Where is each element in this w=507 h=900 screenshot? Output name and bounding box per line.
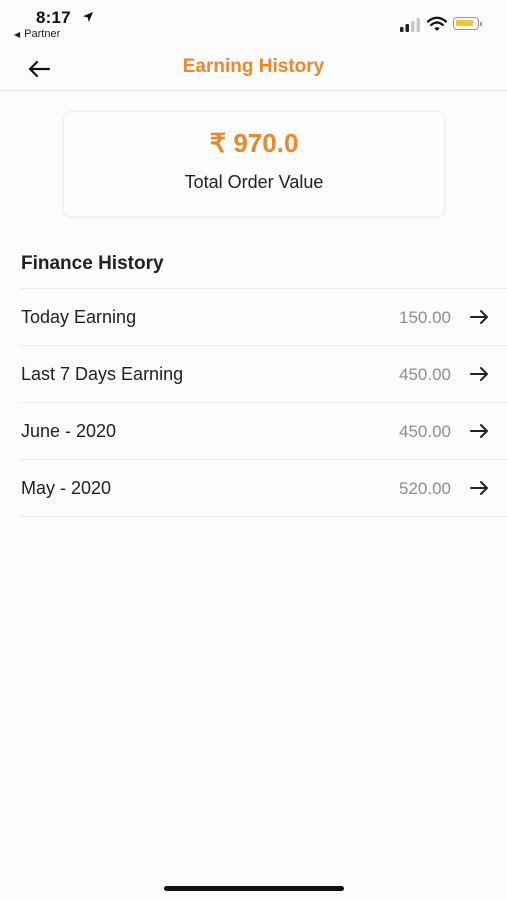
status-time: 8:17: [36, 8, 71, 27]
finance-row-may-2020[interactable]: May - 2020 520.00: [20, 459, 507, 517]
arrow-right-icon: [470, 367, 488, 381]
battery-nub: [480, 22, 482, 26]
battery-level: [456, 20, 473, 26]
finance-row-value: 450.00: [399, 422, 451, 441]
finance-row-label: May - 2020: [21, 478, 112, 498]
finance-row-value: 450.00: [399, 365, 451, 384]
finance-row-value: 520.00: [399, 479, 451, 498]
arrow-right-icon: [470, 424, 488, 438]
back-triangle-icon: ◀: [14, 30, 21, 39]
back-to-app-link[interactable]: ◀ Partner: [14, 28, 60, 40]
arrow-right-icon: [470, 481, 488, 495]
finance-row-today[interactable]: Today Earning 150.00: [20, 288, 507, 345]
page-title: Earning History: [182, 56, 325, 77]
wifi-icon: [427, 16, 447, 31]
status-bar: 8:17 ◀ Partner: [0, 0, 507, 48]
back-app-label: Partner: [24, 28, 61, 40]
finance-row-label: Today Earning: [21, 307, 137, 327]
arrow-right-icon: [470, 310, 488, 324]
finance-history-list: Today Earning 150.00 Last 7 Days Earning…: [20, 288, 507, 517]
finance-history-title: Finance History: [21, 253, 164, 274]
finance-row-last-7-days[interactable]: Last 7 Days Earning 450.00: [20, 345, 507, 402]
finance-row-label: Last 7 Days Earning: [21, 364, 184, 384]
total-order-label: Total Order Value: [184, 172, 324, 192]
finance-row-june-2020[interactable]: June - 2020 450.00: [20, 402, 507, 459]
location-arrow-icon: [83, 12, 93, 22]
navigation-bar: Earning History: [0, 48, 507, 91]
total-order-card: ₹ 970.0 Total Order Value: [63, 111, 445, 217]
cellular-signal-icon: [400, 18, 420, 32]
finance-row-label: June - 2020: [21, 421, 117, 441]
home-indicator[interactable]: [164, 886, 344, 891]
finance-row-value: 150.00: [399, 308, 451, 327]
battery-icon: [453, 17, 482, 30]
total-order-amount: ₹ 970.0: [209, 128, 299, 158]
